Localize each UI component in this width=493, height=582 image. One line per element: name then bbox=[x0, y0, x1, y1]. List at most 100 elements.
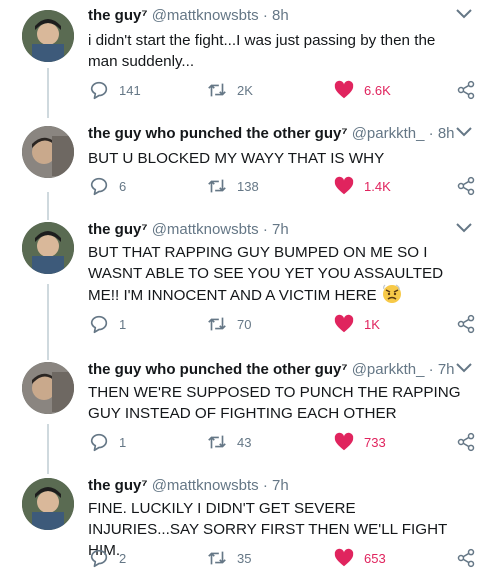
avatar[interactable] bbox=[22, 10, 74, 62]
username[interactable]: @mattknowsbts bbox=[152, 7, 259, 24]
share-icon bbox=[457, 548, 475, 568]
timestamp[interactable]: 7h bbox=[438, 361, 455, 378]
tweet-header: the guy⁷ @mattknowsbts · 8h bbox=[88, 7, 289, 24]
reply-count: 141 bbox=[119, 82, 141, 98]
like-count: 1K bbox=[364, 316, 380, 332]
retweet-button[interactable]: 70 bbox=[206, 312, 251, 336]
separator: · bbox=[262, 7, 268, 24]
action-bar: 141 2K 6.6K bbox=[88, 78, 483, 102]
retweet-button[interactable]: 43 bbox=[206, 430, 251, 454]
separator: · bbox=[428, 125, 434, 142]
tweet[interactable]: the guy⁷ @mattknowsbts · 8h i didn't sta… bbox=[0, 0, 493, 118]
share-icon bbox=[457, 80, 475, 100]
chevron-down-icon[interactable] bbox=[455, 8, 473, 20]
retweet-icon bbox=[208, 317, 226, 331]
reply-count: 2 bbox=[119, 550, 127, 566]
share-icon bbox=[457, 432, 475, 452]
like-count: 653 bbox=[364, 550, 386, 566]
timestamp[interactable]: 7h bbox=[272, 477, 289, 494]
like-button[interactable]: 733 bbox=[333, 430, 386, 454]
retweet-icon bbox=[208, 179, 226, 193]
reply-button[interactable]: 141 bbox=[88, 78, 141, 102]
retweet-count: 138 bbox=[237, 178, 259, 194]
tweet[interactable]: the guy⁷ @mattknowsbts · 7h BUT THAT RAP… bbox=[0, 214, 493, 360]
action-bar: 2 35 653 bbox=[88, 546, 483, 570]
action-bar: 1 70 1K bbox=[88, 312, 483, 336]
display-name[interactable]: the guy who punched the other guy⁷ bbox=[88, 125, 348, 142]
timestamp[interactable]: 8h bbox=[438, 125, 455, 142]
like-button[interactable]: 653 bbox=[333, 546, 386, 570]
share-button[interactable] bbox=[456, 312, 485, 336]
tweet-text: BUT U BLOCKED MY WAYY THAT IS WHY bbox=[88, 150, 385, 167]
share-button[interactable] bbox=[456, 546, 485, 570]
retweet-button[interactable]: 35 bbox=[206, 546, 251, 570]
like-button[interactable]: 1K bbox=[333, 312, 380, 336]
like-button[interactable]: 6.6K bbox=[333, 78, 391, 102]
retweet-count: 35 bbox=[237, 550, 252, 566]
display-name[interactable]: the guy⁷ bbox=[88, 221, 148, 238]
reply-button[interactable]: 1 bbox=[88, 430, 126, 454]
avatar[interactable] bbox=[22, 126, 74, 178]
avatar[interactable] bbox=[22, 222, 74, 274]
tweet-header: the guy⁷ @mattknowsbts · 7h bbox=[88, 221, 289, 238]
reply-icon bbox=[90, 433, 108, 452]
like-button[interactable]: 1.4K bbox=[333, 174, 391, 198]
username[interactable]: @mattknowsbts bbox=[152, 221, 259, 238]
timestamp[interactable]: 7h bbox=[272, 221, 289, 238]
heart-icon bbox=[334, 176, 354, 195]
avatar[interactable] bbox=[22, 362, 74, 414]
share-icon bbox=[457, 314, 475, 334]
timestamp[interactable]: 8h bbox=[272, 7, 289, 24]
chevron-down-icon[interactable] bbox=[455, 126, 473, 138]
retweet-button[interactable]: 2K bbox=[206, 78, 253, 102]
retweet-icon bbox=[208, 83, 226, 97]
display-name[interactable]: the guy⁷ bbox=[88, 7, 148, 24]
tweet-text-block: BUT THAT RAPPING GUY BUMPED ON ME SO I W… bbox=[88, 242, 468, 306]
reply-count: 6 bbox=[119, 178, 127, 194]
tweet-header: the guy who punched the other guy⁷ @park… bbox=[88, 125, 455, 142]
chevron-down-icon[interactable] bbox=[455, 362, 473, 374]
reply-button[interactable]: 6 bbox=[88, 174, 126, 198]
reply-button[interactable]: 2 bbox=[88, 546, 126, 570]
username[interactable]: @parkkth_ bbox=[352, 125, 425, 142]
tweet-text: THEN WE'RE SUPPOSED TO PUNCH THE RAPPING… bbox=[88, 384, 461, 422]
reply-icon bbox=[90, 177, 108, 196]
separator: · bbox=[262, 221, 268, 238]
share-icon bbox=[457, 176, 475, 196]
action-bar: 1 43 733 bbox=[88, 430, 483, 454]
display-name[interactable]: the guy⁷ bbox=[88, 477, 148, 494]
tweet-text: i didn't start the fight...I was just pa… bbox=[88, 32, 436, 70]
retweet-icon bbox=[208, 551, 226, 565]
avatar[interactable] bbox=[22, 478, 74, 530]
reply-count: 1 bbox=[119, 434, 127, 450]
tweet-header: the guy who punched the other guy⁷ @park… bbox=[88, 361, 455, 378]
retweet-icon bbox=[208, 435, 226, 449]
heart-icon bbox=[334, 314, 354, 333]
display-name[interactable]: the guy who punched the other guy⁷ bbox=[88, 361, 348, 378]
like-count: 1.4K bbox=[364, 178, 391, 194]
reply-icon bbox=[90, 81, 108, 100]
tweet[interactable]: the guy⁷ @mattknowsbts · 7h FINE. LUCKIL… bbox=[0, 470, 493, 582]
reply-icon bbox=[90, 315, 108, 334]
retweet-count: 70 bbox=[237, 316, 252, 332]
share-button[interactable] bbox=[456, 78, 485, 102]
action-bar: 6 138 1.4K bbox=[88, 174, 483, 198]
username[interactable]: @mattknowsbts bbox=[152, 477, 259, 494]
angry-face-emoji bbox=[382, 284, 401, 303]
share-button[interactable] bbox=[456, 174, 485, 198]
separator: · bbox=[428, 361, 434, 378]
share-button[interactable] bbox=[456, 430, 485, 454]
tweet[interactable]: the guy who punched the other guy⁷ @park… bbox=[0, 118, 493, 220]
reply-button[interactable]: 1 bbox=[88, 312, 126, 336]
retweet-count: 2K bbox=[237, 82, 253, 98]
reply-icon bbox=[90, 549, 108, 568]
heart-icon bbox=[334, 432, 354, 451]
username[interactable]: @parkkth_ bbox=[352, 361, 425, 378]
heart-icon bbox=[334, 80, 354, 99]
reply-count: 1 bbox=[119, 316, 127, 332]
chevron-down-icon[interactable] bbox=[455, 222, 473, 234]
separator: · bbox=[262, 477, 268, 494]
retweet-count: 43 bbox=[237, 434, 252, 450]
retweet-button[interactable]: 138 bbox=[206, 174, 259, 198]
tweet[interactable]: the guy who punched the other guy⁷ @park… bbox=[0, 354, 493, 474]
